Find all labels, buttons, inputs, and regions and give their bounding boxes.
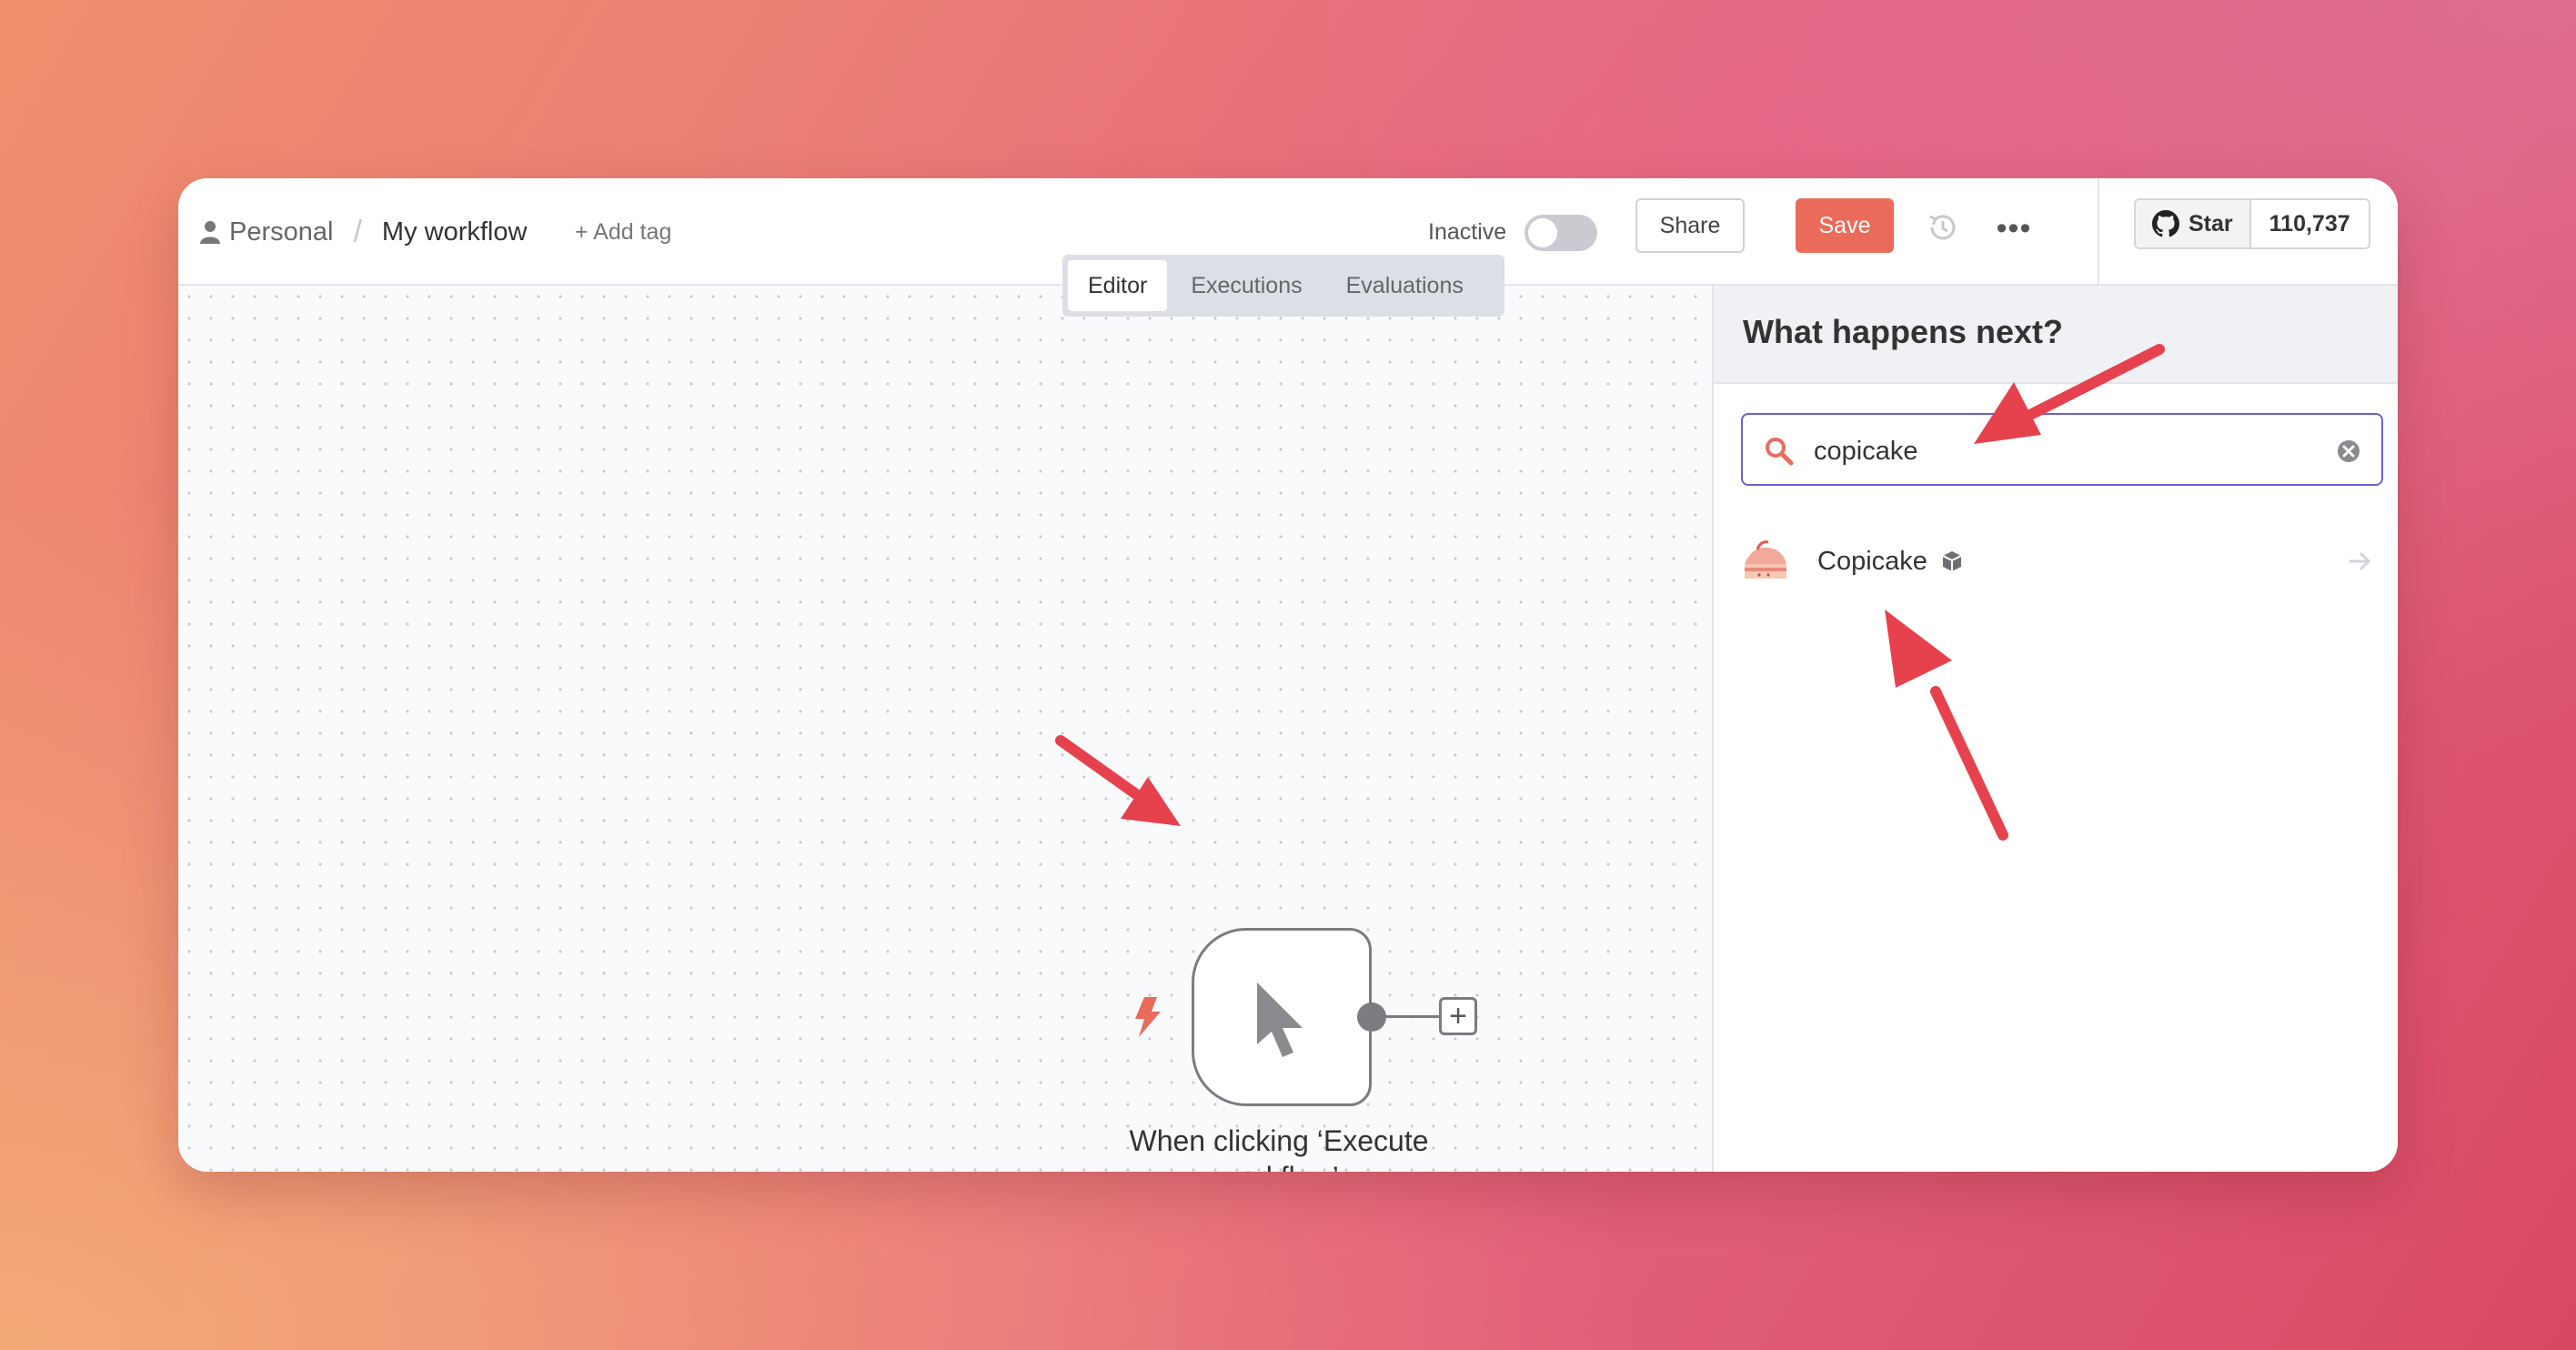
user-icon	[200, 221, 220, 244]
node-creator-panel: What happens next? Copicake	[1712, 286, 2398, 1172]
active-toggle[interactable]	[1524, 215, 1597, 251]
package-icon	[1942, 551, 1962, 571]
node-search-box[interactable]	[1741, 413, 2383, 486]
panel-title: What happens next?	[1743, 313, 2064, 350]
panel-header: What happens next?	[1714, 286, 2398, 384]
share-button[interactable]: Share	[1635, 198, 1745, 253]
cursor-icon	[1257, 982, 1303, 1057]
tab-evaluations[interactable]: Evaluations	[1326, 260, 1484, 311]
workflow-name[interactable]: My workflow	[382, 217, 528, 247]
node-label: When clicking ‘Execute workflow’	[1129, 1124, 1429, 1172]
view-tabs: Editor Executions Evaluations	[1062, 255, 1504, 317]
arrow-right-icon	[2349, 552, 2371, 570]
node-connector-line	[1386, 1015, 1441, 1018]
history-icon[interactable]	[1925, 209, 1961, 246]
tab-editor[interactable]: Editor	[1068, 260, 1168, 311]
workflow-canvas[interactable]: + When clicking ‘Execute workflow’	[178, 286, 1712, 1172]
github-star-count[interactable]: 110,737	[2250, 200, 2369, 247]
search-result-copicake[interactable]: Copicake	[1741, 531, 2383, 591]
save-button[interactable]: Save	[1796, 198, 1894, 253]
header-divider	[2098, 178, 2099, 286]
search-result-name: Copicake	[1817, 546, 1927, 576]
status-label: Inactive	[1428, 218, 1507, 245]
app-window: Personal / My workflow + Add tag Inactiv…	[178, 178, 2398, 1172]
tab-executions[interactable]: Executions	[1171, 260, 1322, 311]
copicake-logo	[1745, 540, 1786, 579]
github-star-widget[interactable]: Star 110,737	[2134, 198, 2370, 249]
breadcrumb-workspace[interactable]: Personal	[200, 217, 333, 247]
github-star-label: Star	[2189, 210, 2233, 237]
node-search-input[interactable]	[1814, 424, 2323, 479]
breadcrumb: Personal / My workflow	[200, 209, 527, 255]
add-node-button[interactable]: +	[1439, 997, 1477, 1035]
breadcrumb-workspace-label: Personal	[229, 217, 334, 247]
github-icon	[2152, 210, 2179, 237]
node-output-handle[interactable]	[1357, 1002, 1386, 1032]
trigger-bolt-icon	[1135, 997, 1161, 1037]
search-icon	[1766, 438, 1794, 466]
add-tag-button[interactable]: + Add tag	[575, 209, 671, 255]
github-star-button[interactable]: Star	[2136, 200, 2251, 247]
clear-search-icon[interactable]	[2336, 438, 2361, 464]
more-options-icon[interactable]: •••	[1988, 206, 2039, 251]
breadcrumb-separator: /	[353, 214, 362, 249]
